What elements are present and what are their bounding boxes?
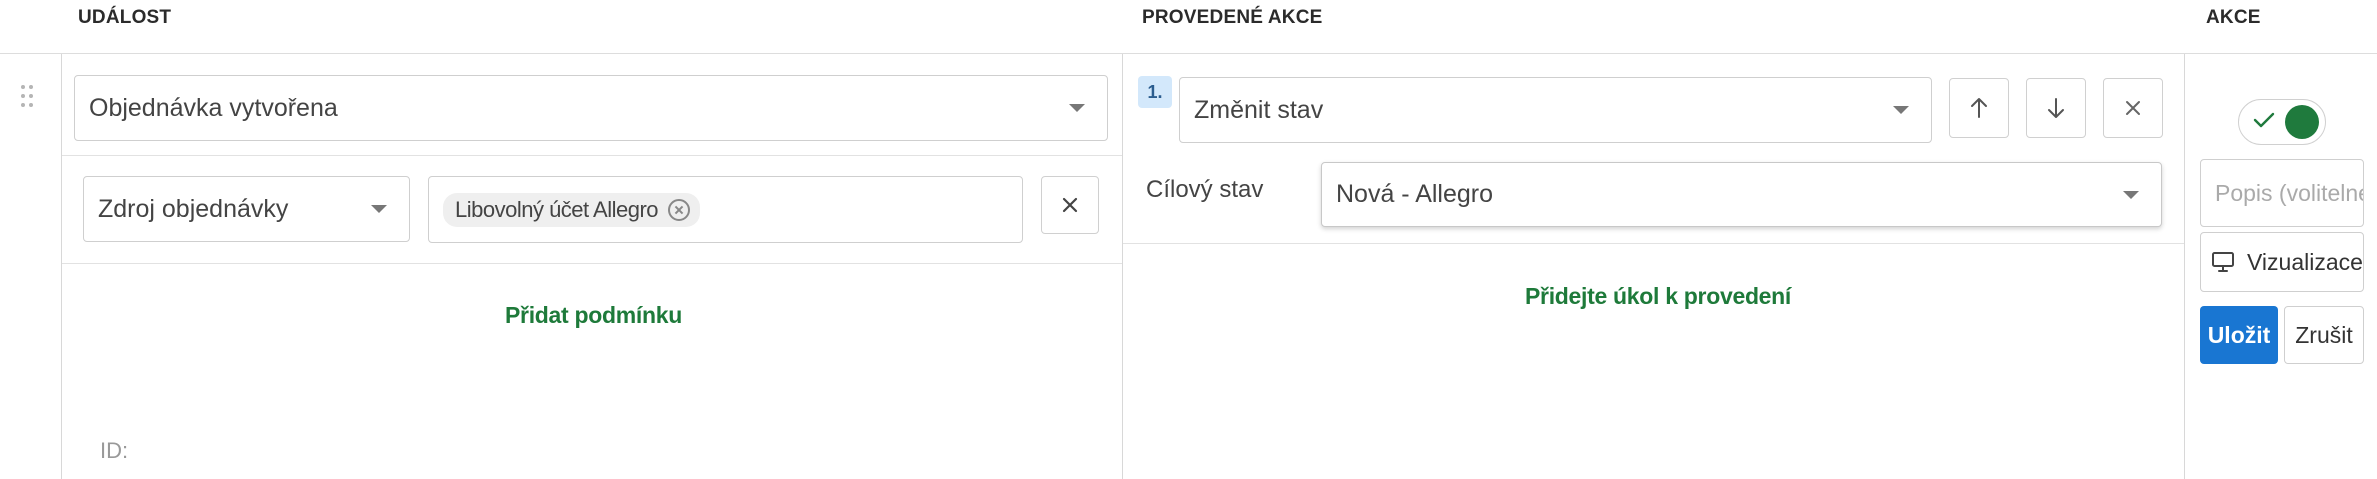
enabled-toggle[interactable] [2238, 99, 2326, 145]
description-input[interactable]: Popis (volitelné) [2200, 159, 2364, 227]
cancel-button[interactable]: Zrušit [2284, 306, 2364, 364]
condition-row-divider [62, 263, 1122, 264]
target-state-value: Nová - Allegro [1336, 180, 1494, 208]
visualize-label: Vizualizace [2247, 248, 2363, 275]
caret-down-icon [2123, 190, 2139, 199]
drag-column-divider [61, 54, 62, 479]
step-number-badge: 1. [1138, 76, 1172, 108]
save-button[interactable]: Uložit [2200, 306, 2278, 364]
condition-field-select[interactable]: Zdroj objednávky [83, 176, 410, 242]
drag-handle-icon[interactable] [20, 84, 36, 110]
add-condition-link[interactable]: Přidat podmínku [505, 302, 682, 329]
id-label: ID: [100, 438, 129, 463]
header-event: UDÁLOST [78, 7, 172, 28]
header-actions-done: PROVEDENÉ AKCE [1142, 7, 1323, 28]
monitor-icon [2212, 252, 2234, 272]
visualize-button[interactable]: Vizualizace [2200, 232, 2364, 292]
remove-action-button[interactable] [2103, 78, 2163, 138]
header-divider [0, 53, 2377, 54]
event-trigger-select[interactable]: Objednávka vytvořena [74, 75, 1108, 141]
event-column-divider [1122, 54, 1123, 479]
close-icon [2126, 101, 2140, 115]
event-row-divider [62, 155, 1122, 156]
target-state-label: Cílový stav [1146, 176, 1264, 203]
caret-down-icon [1069, 104, 1085, 112]
condition-tag: Libovolný účet Allegro [443, 192, 701, 227]
close-icon [1062, 197, 1078, 213]
remove-condition-button[interactable] [1041, 176, 1099, 234]
toggle-knob [2285, 105, 2319, 139]
condition-tag-label: Libovolný účet Allegro [455, 196, 659, 222]
arrow-up-icon [1971, 98, 1987, 118]
check-icon [2253, 112, 2275, 128]
target-state-select[interactable]: Nová - Allegro [1321, 162, 2162, 227]
arrow-down-icon [2048, 98, 2064, 118]
add-task-link[interactable]: Přidejte úkol k provedení [1525, 283, 1791, 310]
condition-value-input[interactable]: Libovolný účet Allegro [428, 176, 1023, 243]
move-up-button[interactable] [1949, 78, 2009, 138]
move-down-button[interactable] [2026, 78, 2086, 138]
actions-column-divider [2184, 54, 2185, 479]
action-type-select[interactable]: Změnit stav [1179, 77, 1932, 143]
action-row-divider [1123, 243, 2184, 244]
header-actions: AKCE [2206, 7, 2261, 28]
caret-down-icon [1893, 106, 1909, 114]
remove-tag-icon[interactable] [668, 198, 691, 221]
caret-down-icon [371, 205, 387, 213]
condition-field-value: Zdroj objednávky [98, 194, 289, 223]
event-trigger-value: Objednávka vytvořena [89, 93, 338, 122]
action-type-value: Změnit stav [1194, 95, 1324, 124]
